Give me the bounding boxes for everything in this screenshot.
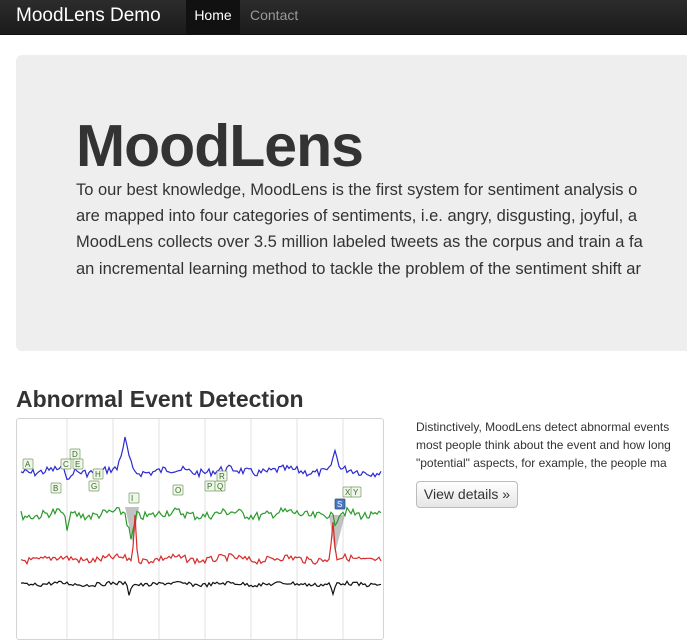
event-marker-c: C: [60, 458, 72, 470]
event-marker-o: O: [172, 484, 184, 496]
event-marker-h: H: [92, 468, 104, 480]
hero-text-line-1: To our best knowledge, MoodLens is the f…: [76, 181, 638, 199]
mood-series-line-3: [20, 514, 382, 566]
hero-text-line-4: an incremental learning method to tackle…: [76, 260, 641, 278]
view-details-button[interactable]: View details »: [416, 481, 518, 508]
nav-home-link[interactable]: Home: [186, 0, 240, 34]
event-marker-b: B: [50, 482, 62, 494]
mood-series-line-2: [20, 506, 382, 540]
section-description-line-2: most people think about the event and ho…: [416, 438, 671, 452]
svg-text:R: R: [219, 472, 225, 481]
event-marker-e: E: [72, 458, 84, 470]
event-marker-a: A: [22, 458, 34, 470]
svg-text:H: H: [95, 470, 101, 479]
event-marker-p: P: [204, 480, 216, 492]
svg-text:G: G: [91, 482, 97, 491]
nav-contact-link[interactable]: Contact: [250, 0, 298, 34]
event-marker-s: S: [334, 498, 346, 510]
top-navbar: MoodLens Demo Home Contact: [0, 0, 687, 35]
svg-text:X: X: [345, 488, 351, 497]
brand-link[interactable]: MoodLens Demo: [16, 3, 161, 29]
event-marker-i: I: [128, 492, 140, 504]
svg-text:S: S: [337, 500, 342, 509]
svg-text:O: O: [175, 486, 181, 495]
hero-title: MoodLens: [76, 113, 364, 179]
hero-unit: MoodLens To our best knowledge, MoodLens…: [16, 55, 687, 351]
event-marker-d: D: [69, 448, 81, 460]
svg-text:E: E: [75, 460, 80, 469]
section-heading: Abnormal Event Detection: [16, 386, 304, 412]
event-marker-r: R: [216, 470, 228, 482]
section-description-line-1: Distinctively, MoodLens detect abnormal …: [416, 420, 670, 434]
event-marker-y: Y: [350, 486, 362, 498]
svg-text:B: B: [53, 484, 58, 493]
svg-text:D: D: [72, 450, 78, 459]
event-marker-q: Q: [214, 480, 226, 492]
svg-text:P: P: [207, 482, 212, 491]
svg-text:Q: Q: [217, 482, 223, 491]
event-detection-thumbnail: A B CDE HG I O PQR SXY: [16, 418, 384, 640]
mood-series-line-4: [20, 580, 382, 597]
svg-text:A: A: [25, 460, 31, 469]
hero-text-line-3: MoodLens collects over 3.5 million label…: [76, 233, 643, 251]
event-marker-g: G: [88, 480, 100, 492]
svg-text:I: I: [131, 494, 133, 503]
section-description-line-3: "potential" aspects, for example, the pe…: [416, 456, 667, 470]
svg-text:C: C: [63, 460, 69, 469]
mood-timeseries-chart: A B CDE HG I O P QR SX Y: [20, 419, 382, 639]
svg-text:Y: Y: [353, 488, 359, 497]
hero-text-line-2: are mapped into four categories of senti…: [76, 207, 637, 225]
